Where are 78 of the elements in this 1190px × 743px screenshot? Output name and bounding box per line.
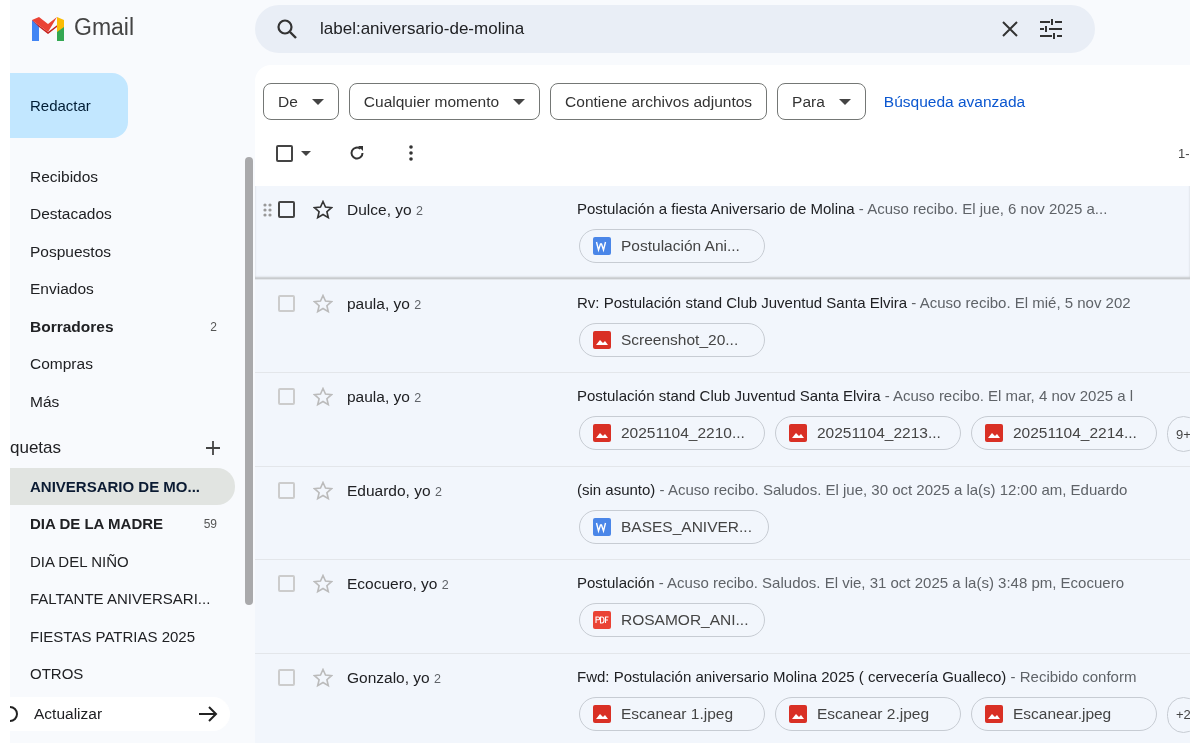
search-icon <box>276 18 298 40</box>
email-row[interactable]: paula, yo 2 Rv: Postulación stand Club Juventud Santa Elvira - Acuso recibo. El mié, 5 nov 202 Screenshot_20... <box>255 279 1190 373</box>
sender-names: paula, yo 2 <box>347 294 422 313</box>
update-bar[interactable]: Actualizar <box>10 696 230 731</box>
subject-snippet: Rv: Postulación stand Club Juventud Santa Elvira - Acuso recibo. El mié, 5 nov 202 <box>577 293 1132 311</box>
nav-item[interactable]: Destacados <box>10 195 235 233</box>
sender-names: Eduardo, yo 2 <box>347 481 442 500</box>
image-file-icon <box>593 330 611 349</box>
refresh-icon <box>10 704 18 723</box>
subject-snippet: Postulación stand Club Juventud Santa Elvira - Acuso recibo. El mar, 4 nov 2025 a l <box>577 387 1135 404</box>
nav-item[interactable]: Borradores 2 <box>10 308 235 346</box>
sender-names: Ecocuero, yo 2 <box>347 575 449 593</box>
unread-count: 2 <box>210 319 217 334</box>
label-item[interactable]: DIA DEL NIÑO <box>10 542 235 580</box>
nav-item[interactable]: Pospuestos <box>10 233 235 271</box>
image-file-icon <box>789 704 807 723</box>
email-row[interactable]: Dulce, yo 2 Postulación a fiesta Aniversario de Molina - Acuso recibo. El jue, 6 nov 2025 a... Postulación Ani... <box>255 186 1190 280</box>
caret-icon <box>838 98 851 105</box>
sender-names: Dulce, yo 2 <box>347 201 423 219</box>
search-field[interactable]: label:aniversario-de-molina <box>318 18 981 40</box>
sender-names: paula, yo 2 <box>347 388 422 406</box>
star-icon[interactable] <box>313 200 333 220</box>
filter-chip[interactable]: Contiene archivos adjuntos <box>550 83 768 120</box>
star-icon[interactable] <box>313 574 333 594</box>
subject-snippet: Fwd: Postulación aniversario Molina 2025 ( cervecería Gualleco) - Recibido conform <box>577 667 1138 685</box>
label-item[interactable]: FIESTAS PATRIAS 2025 <box>10 617 235 655</box>
pagination-text: 1- <box>1178 145 1190 161</box>
pdf-file-icon <box>593 611 611 629</box>
filter-chip[interactable]: De <box>263 83 339 120</box>
update-label: Actualizar <box>34 704 104 723</box>
filter-options-icon[interactable] <box>1039 18 1063 40</box>
nav-item[interactable]: Más <box>10 383 235 421</box>
image-file-icon <box>593 704 611 723</box>
caret-icon[interactable] <box>301 150 311 156</box>
image-file-icon <box>985 424 1003 442</box>
label-item[interactable]: ANIVERSARIO DE MO... <box>10 467 235 505</box>
nav-item[interactable]: Recibidos <box>10 158 235 196</box>
labels-heading: quetas <box>10 437 62 458</box>
star-icon[interactable] <box>313 387 333 407</box>
word-document-icon <box>593 237 611 255</box>
star-icon[interactable] <box>313 293 333 314</box>
refresh-icon[interactable] <box>349 145 365 161</box>
compose-button[interactable]: Redactar <box>10 73 128 138</box>
image-file-icon <box>593 424 611 442</box>
close-icon[interactable] <box>1001 20 1019 38</box>
filter-chip[interactable]: Cualquier momento <box>348 83 541 120</box>
drag-handle-icon[interactable] <box>263 203 272 217</box>
nav-item[interactable]: Enviados <box>10 270 235 308</box>
image-file-icon <box>789 424 807 442</box>
star-icon[interactable] <box>313 480 333 501</box>
select-all-checkbox[interactable] <box>276 144 293 162</box>
app-name: Gmail <box>74 14 135 41</box>
row-checkbox[interactable] <box>278 201 295 218</box>
subject-snippet: Postulación - Acuso recibo. Saludos. El vie, 31 oct 2025 a la(s) 3:48 pm, Ecocuero <box>577 574 1125 591</box>
label-item[interactable]: FALTANTE ANIVERSARI... <box>10 580 235 618</box>
email-row[interactable]: Eduardo, yo 2 (sin asunto) - Acuso recibo. Saludos. El jue, 30 oct 2025 a la(s) 12:00 am, Eduardo BASES_ANIVER... <box>255 466 1190 560</box>
star-icon[interactable] <box>313 667 333 688</box>
add-icon[interactable] <box>205 439 221 456</box>
subject-snippet: (sin asunto) - Acuso recibo. Saludos. El jue, 30 oct 2025 a la(s) 12:00 am, Eduardo <box>577 480 1129 498</box>
word-document-icon <box>593 517 611 536</box>
label-item[interactable]: DIA DE LA MADRE 59 <box>10 505 235 543</box>
caret-icon <box>311 98 324 105</box>
nav-item[interactable]: Compras <box>10 345 235 383</box>
label-item[interactable]: OTROS <box>10 655 235 693</box>
advanced-search-link[interactable]: Búsqueda avanzada <box>883 92 1026 111</box>
filter-chip[interactable]: Para <box>777 83 866 120</box>
email-row[interactable]: paula, yo 2 Postulación stand Club Juventud Santa Elvira - Acuso recibo. El mar, 4 nov 2025 a l 20251104_2210... 20251104_2213... 20251104_2214... 9+ <box>255 373 1190 467</box>
search-bar[interactable]: label:aniversario-de-molina <box>255 5 1095 53</box>
sender-names: Gonzalo, yo 2 <box>347 668 441 687</box>
email-row[interactable]: Gonzalo, yo 2 Fwd: Postulación aniversario Molina 2025 ( cervecería Gualleco) - Recibido conform Escanear 1.jpeg Escanear 2.jpeg Escanear.jpeg +2 <box>255 653 1190 743</box>
image-file-icon <box>985 704 1003 723</box>
more-options-icon[interactable] <box>409 145 413 161</box>
email-row[interactable]: Ecocuero, yo 2 Postulación - Acuso recibo. Saludos. El vie, 31 oct 2025 a la(s) 3:48 pm, Ecocuero ROSAMOR_ANI... <box>255 560 1190 654</box>
caret-icon <box>513 98 526 105</box>
unread-count: 59 <box>203 516 217 531</box>
subject-snippet: Postulación a fiesta Aniversario de Molina - Acuso recibo. El jue, 6 nov 2025 a... <box>577 200 1109 217</box>
scrollbar[interactable] <box>245 157 253 605</box>
arrow-right-icon <box>198 704 218 723</box>
